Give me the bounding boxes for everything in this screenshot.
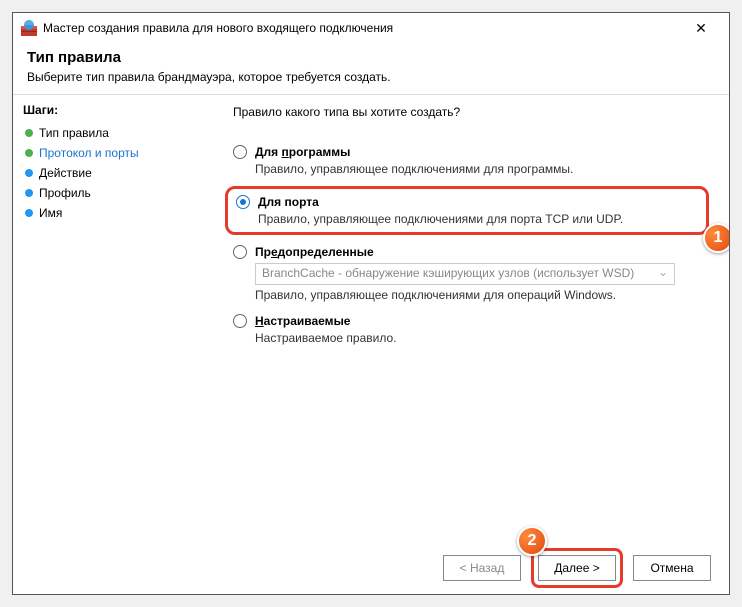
option-description: Правило, управляющее подключениями для п… <box>258 212 698 226</box>
option-label: Для программы <box>255 145 350 159</box>
option-description: Правило, управляющее подключениями для п… <box>255 162 709 176</box>
option-label: Настраиваемые <box>255 314 350 328</box>
step-bullet-icon <box>25 149 33 157</box>
option-label: Для порта <box>258 195 319 209</box>
firewall-icon <box>21 20 37 36</box>
page-title: Тип правила <box>27 49 715 66</box>
option-description: Правило, управляющее подключениями для о… <box>255 288 709 302</box>
step-bullet-icon <box>25 129 33 137</box>
steps-heading: Шаги: <box>23 103 193 117</box>
wizard-body: Шаги: Тип правила Протокол и порты Дейст… <box>13 95 729 542</box>
option-description: Настраиваемое правило. <box>255 331 709 345</box>
step-label: Действие <box>39 166 92 180</box>
annotation-highlight-next: Далее > <box>531 548 623 588</box>
radio-icon[interactable] <box>233 245 247 259</box>
option-port[interactable]: Для порта Правило, управляющее подключен… <box>236 195 698 226</box>
wizard-main: Правило какого типа вы хотите создать? Д… <box>203 95 729 542</box>
radio-icon[interactable] <box>233 314 247 328</box>
option-custom[interactable]: Настраиваемые Настраиваемое правило. <box>233 310 709 353</box>
step-profile[interactable]: Профиль <box>23 183 193 203</box>
annotation-highlight-port: Для порта Правило, управляющее подключен… <box>225 186 709 235</box>
annotation-badge-2: 2 <box>517 526 547 556</box>
steps-sidebar: Шаги: Тип правила Протокол и порты Дейст… <box>13 95 203 542</box>
step-bullet-icon <box>25 169 33 177</box>
step-bullet-icon <box>25 209 33 217</box>
option-label: Предопределенные <box>255 245 374 259</box>
close-button[interactable]: ✕ <box>681 14 721 42</box>
next-button[interactable]: Далее > <box>538 555 616 581</box>
wizard-header: Тип правила Выберите тип правила брандма… <box>13 43 729 94</box>
radio-icon[interactable] <box>233 145 247 159</box>
step-label: Тип правила <box>39 126 109 140</box>
wizard-footer: < Назад Далее > Отмена 2 <box>13 542 729 594</box>
rule-type-radio-group: Для программы Правило, управляющее подкл… <box>233 141 709 353</box>
step-name[interactable]: Имя <box>23 203 193 223</box>
window-title: Мастер создания правила для нового входя… <box>43 21 681 35</box>
annotation-badge-1: 1 <box>703 223 729 253</box>
titlebar: Мастер создания правила для нового входя… <box>13 13 729 43</box>
step-label: Протокол и порты <box>39 146 139 160</box>
option-program[interactable]: Для программы Правило, управляющее подкл… <box>233 141 709 184</box>
option-predefined[interactable]: Предопределенные BranchCache - обнаружен… <box>233 241 709 310</box>
step-label: Профиль <box>39 186 91 200</box>
step-action[interactable]: Действие <box>23 163 193 183</box>
radio-icon[interactable] <box>236 195 250 209</box>
step-label: Имя <box>39 206 62 220</box>
page-subtitle: Выберите тип правила брандмауэра, которо… <box>27 70 715 84</box>
cancel-button[interactable]: Отмена <box>633 555 711 581</box>
main-prompt: Правило какого типа вы хотите создать? <box>233 105 709 119</box>
step-protocol-ports[interactable]: Протокол и порты <box>23 143 193 163</box>
step-rule-type[interactable]: Тип правила <box>23 123 193 143</box>
predefined-select[interactable]: BranchCache - обнаружение кэширующих узл… <box>255 263 675 285</box>
back-button[interactable]: < Назад <box>443 555 521 581</box>
wizard-window: Мастер создания правила для нового входя… <box>12 12 730 595</box>
step-bullet-icon <box>25 189 33 197</box>
